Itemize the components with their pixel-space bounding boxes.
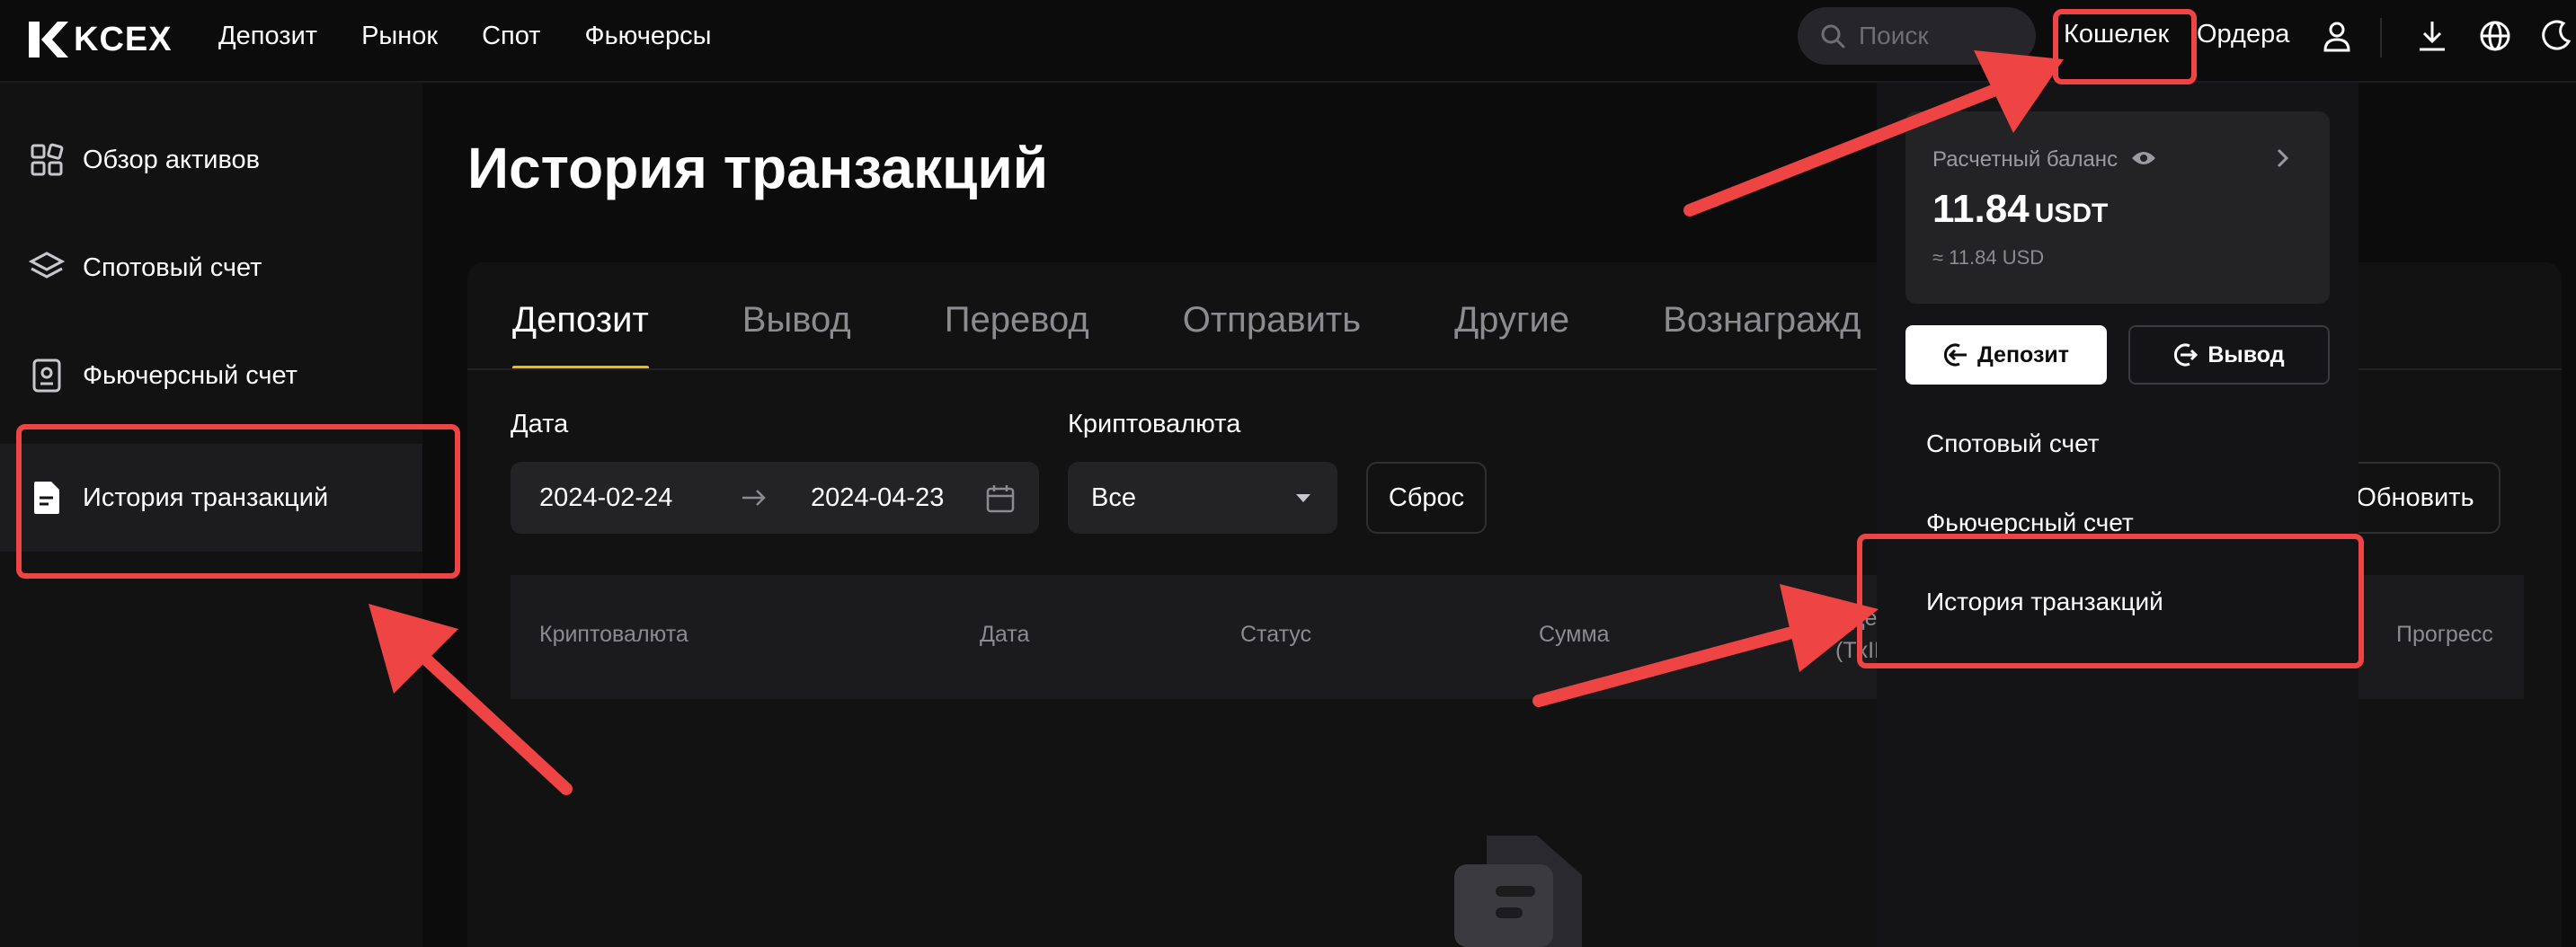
tab-transfer[interactable]: Перевод: [945, 270, 1089, 370]
futures-doc-icon: [29, 358, 65, 394]
date-range-picker[interactable]: 2024-02-24 2024-04-23: [511, 462, 1039, 534]
empty-state-icon: [1454, 836, 1589, 947]
dropdown-item-spot-account[interactable]: Спотовый счет: [1926, 429, 2100, 458]
nav-market[interactable]: Рынок: [361, 22, 438, 51]
calendar-icon[interactable]: [985, 483, 1016, 514]
col-crypto: Криптовалюта: [539, 622, 688, 647]
tab-other[interactable]: Другие: [1454, 270, 1569, 370]
crypto-select[interactable]: Все: [1068, 462, 1337, 534]
user-icon[interactable]: [2317, 16, 2357, 56]
main-nav: Депозит Рынок Спот Фьючерсы: [218, 0, 712, 72]
page-title: История транзакций: [467, 136, 1049, 200]
history-tabs: Депозит Вывод Перевод Отправить Другие В…: [512, 270, 1861, 370]
dropdown-withdraw-label: Вывод: [2207, 341, 2285, 367]
orders-link[interactable]: Ордера: [2197, 20, 2289, 49]
tab-withdraw[interactable]: Вывод: [742, 270, 851, 370]
deposit-icon: [1943, 343, 1967, 367]
tab-deposit[interactable]: Депозит: [512, 270, 649, 370]
date-to[interactable]: 2024-04-23: [811, 483, 944, 513]
col-progress: Прогресс: [2396, 622, 2493, 647]
sidebar-item-label: Фьючерсный счет: [83, 360, 298, 390]
highlight-wallet: [2053, 9, 2197, 84]
balance-unit: USDT: [2034, 199, 2109, 228]
sidebar-item-assets-overview[interactable]: Обзор активов: [0, 106, 422, 214]
arrow-right-icon: [742, 490, 766, 506]
logo-mark-icon: [29, 22, 68, 58]
search-icon: [1821, 24, 1845, 49]
dropdown-withdraw-button[interactable]: Вывод: [2128, 325, 2330, 385]
highlight-dropdown-history: [1857, 534, 2364, 668]
header-divider: [2380, 18, 2382, 58]
kcex-logo[interactable]: KCEX: [27, 16, 173, 63]
sidebar-item-label: Обзор активов: [83, 145, 261, 174]
globe-icon[interactable]: [2475, 16, 2515, 56]
layers-icon: [29, 250, 65, 286]
tab-rewards[interactable]: Вознагражд: [1663, 270, 1861, 370]
moon-icon[interactable]: [2536, 16, 2576, 56]
search-input[interactable]: Поиск: [1798, 7, 2036, 65]
col-amount: Сумма: [1539, 622, 1610, 647]
sidebar-item-spot-account[interactable]: Спотовый счет: [0, 214, 422, 322]
balance-title: Расчетный баланс: [1932, 147, 2119, 172]
caret-down-icon: [1296, 494, 1310, 502]
col-date: Дата: [980, 622, 1030, 647]
balance-amount-row: 11.84 USDT: [1932, 187, 2108, 232]
date-from[interactable]: 2024-02-24: [539, 483, 672, 513]
eye-icon[interactable]: [2130, 149, 2157, 167]
reset-button[interactable]: Сброс: [1366, 462, 1487, 534]
sidebar-item-futures-account[interactable]: Фьючерсный счет: [0, 322, 422, 429]
nav-futures[interactable]: Фьючерсы: [585, 22, 712, 51]
balance-usd: ≈ 11.84 USD: [1932, 246, 2045, 269]
balance-amount: 11.84: [1932, 187, 2030, 231]
col-status: Статус: [1240, 622, 1312, 647]
assets-grid-icon: [29, 142, 65, 178]
sidebar-item-label: Спотовый счет: [83, 252, 262, 282]
date-filter-label: Дата: [511, 410, 569, 438]
crypto-filter-label: Криптовалюта: [1068, 410, 1241, 438]
download-icon[interactable]: [2412, 16, 2452, 56]
search-placeholder: Поиск: [1859, 22, 1929, 49]
crypto-select-value: Все: [1091, 483, 1136, 512]
nav-deposit[interactable]: Депозит: [218, 22, 317, 51]
dropdown-deposit-label: Депозит: [1976, 341, 2070, 367]
withdraw-icon: [2174, 343, 2198, 367]
nav-spot[interactable]: Спот: [482, 22, 540, 51]
logo-text: KCEX: [74, 20, 173, 58]
balance-card[interactable]: Расчетный баланс 11.84 USDT ≈ 11.84 USD: [1905, 111, 2330, 304]
chevron-right-icon[interactable]: [2276, 147, 2290, 169]
tab-send[interactable]: Отправить: [1183, 270, 1361, 370]
dropdown-deposit-button[interactable]: Депозит: [1905, 325, 2107, 385]
highlight-sidebar-history: [16, 424, 460, 579]
